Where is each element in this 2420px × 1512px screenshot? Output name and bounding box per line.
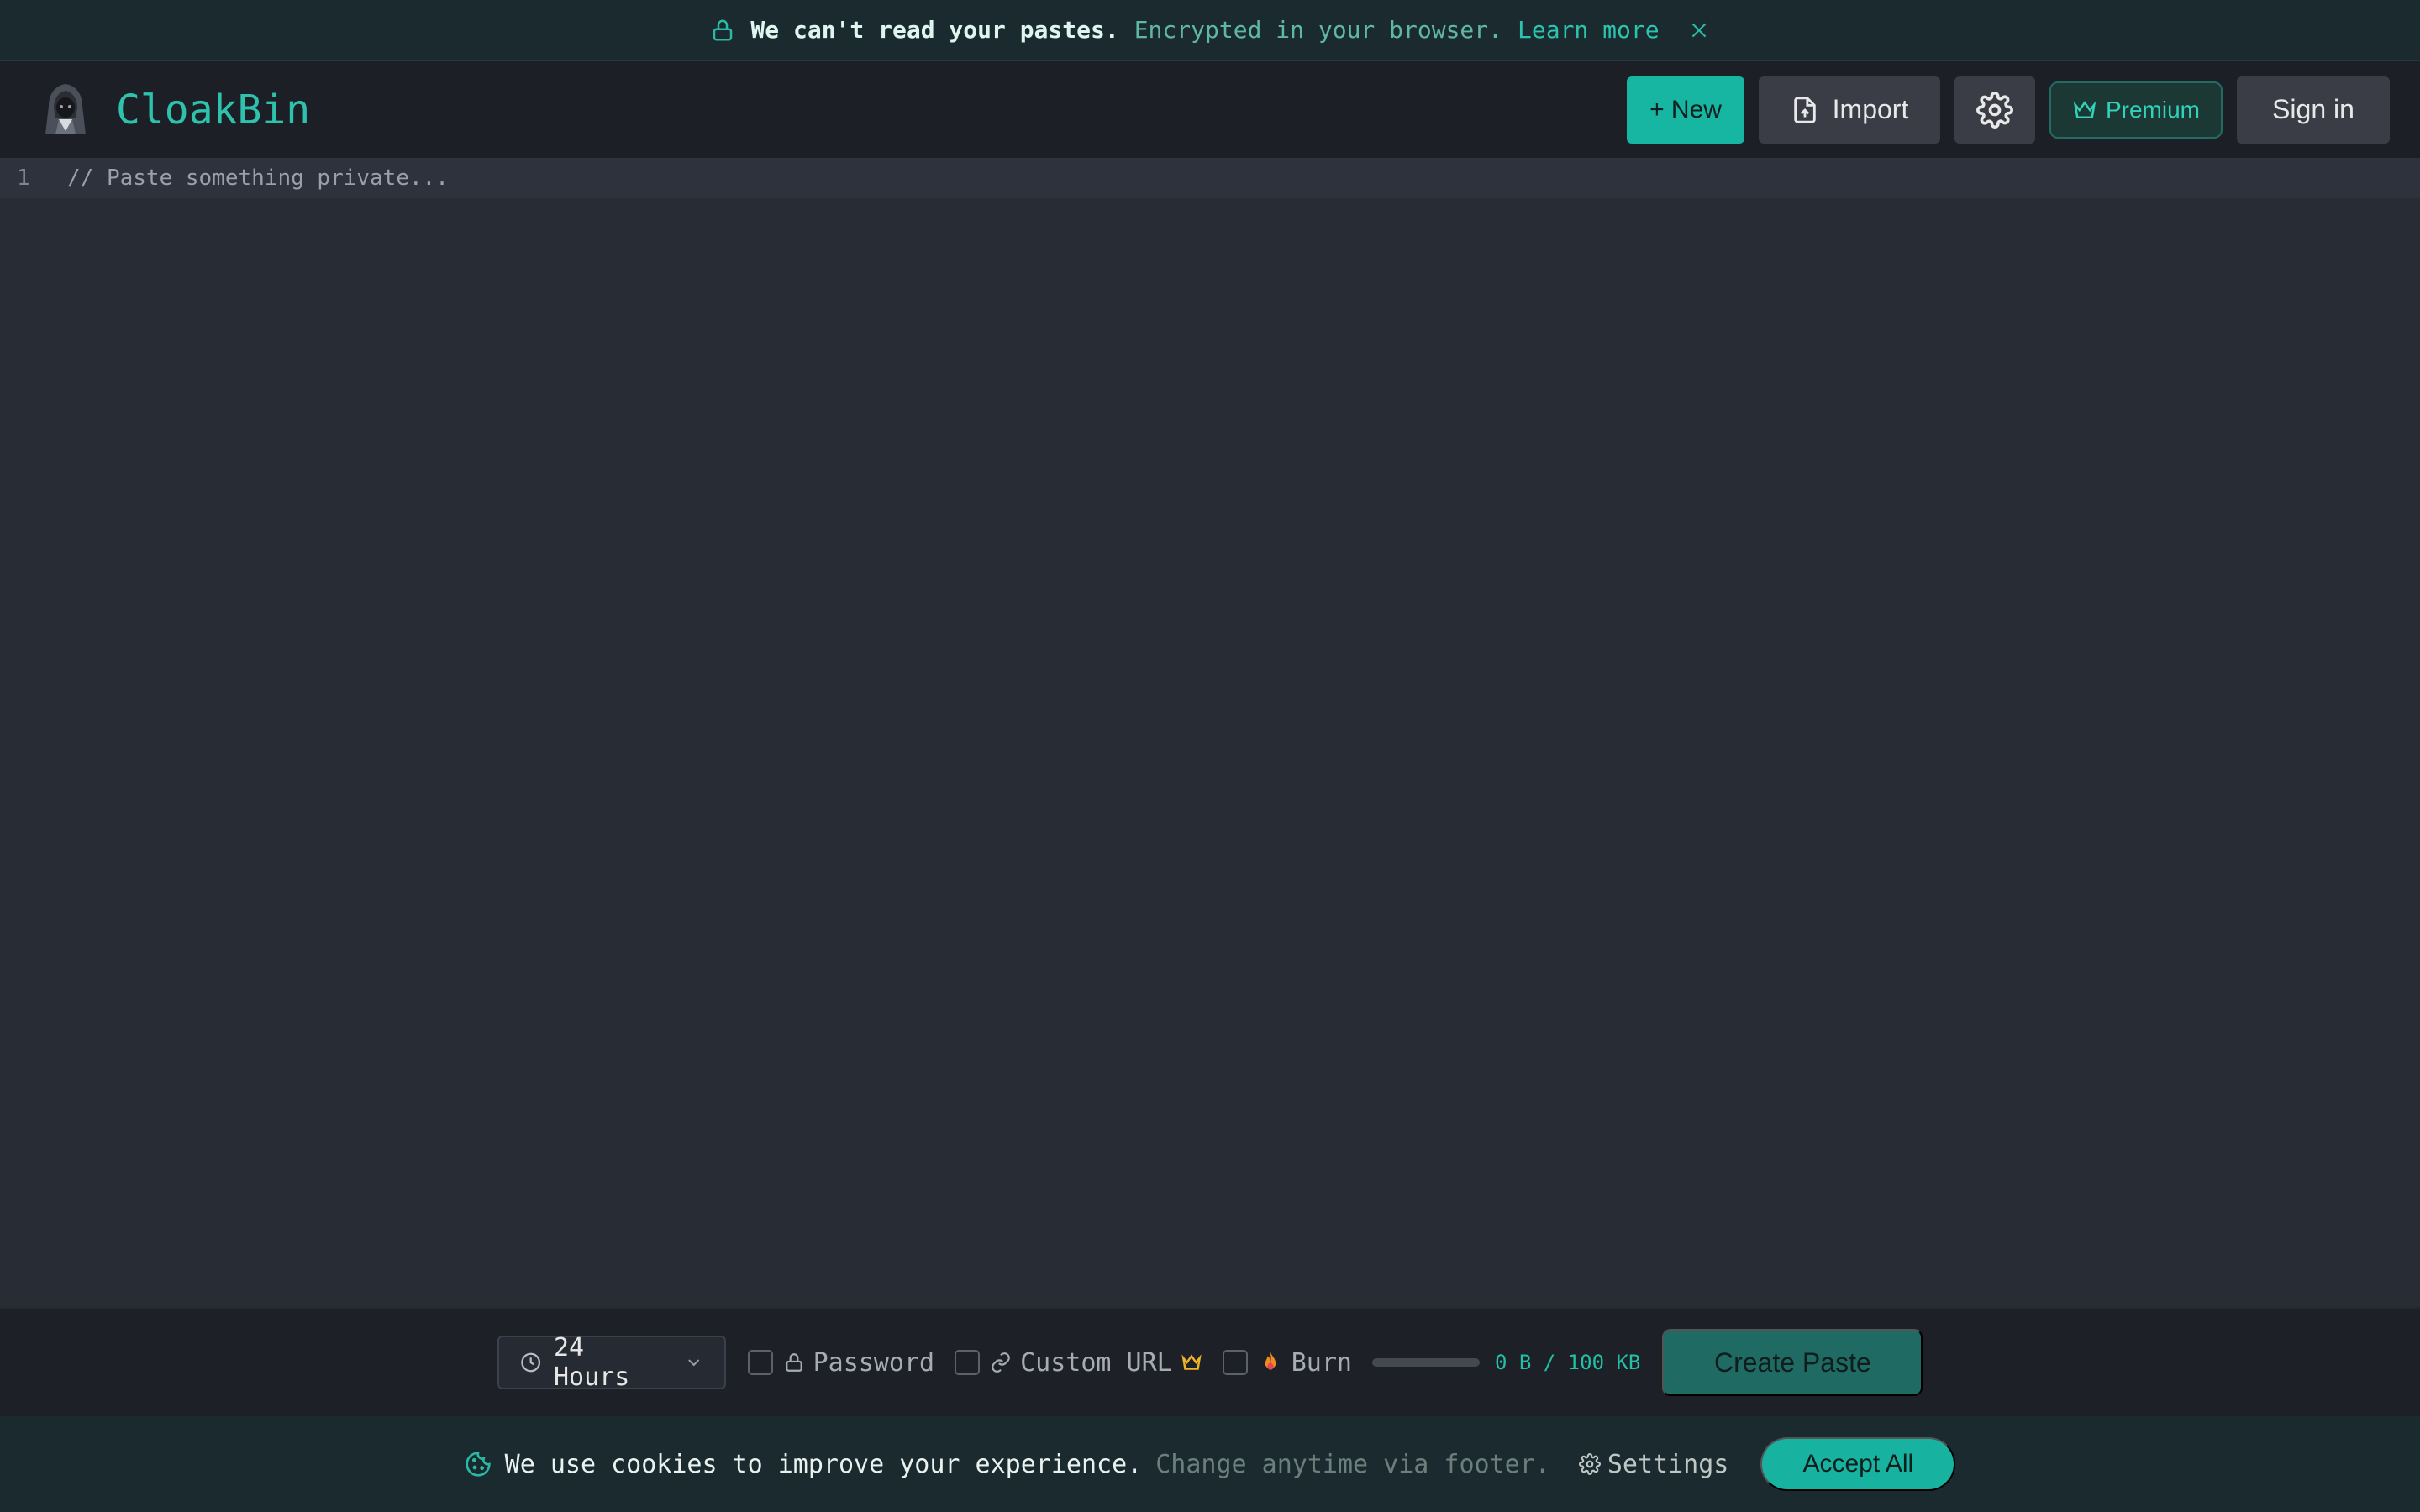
cookie-settings-link[interactable]: Settings [1578,1449,1729,1479]
lock-icon [785,1353,802,1372]
burn-option[interactable]: Burn [1258,1348,1352,1378]
clock-icon [520,1352,540,1373]
privacy-banner: We can't read your pastes. Encrypted in … [0,0,2420,61]
line-number: 1 [17,165,30,191]
banner-muted-text: Encrypted in your browser. [1134,16,1502,44]
brand[interactable]: CloakBin [39,81,310,139]
accept-cookies-button[interactable]: Accept All [1760,1437,1956,1491]
fire-icon [1265,1352,1276,1370]
app-header: CloakBin + New Import Premium Sign in [0,61,2420,158]
paste-editor[interactable]: 1 // Paste something private... [0,158,2420,1307]
sign-in-button[interactable]: Sign in [2237,76,2390,144]
password-label: Password [813,1347,935,1378]
import-button[interactable]: Import [1759,76,1940,144]
burn-checkbox[interactable] [1222,1350,1248,1375]
import-label: Import [1832,94,1909,124]
password-option[interactable]: Password [783,1347,935,1378]
size-indicator: 0 B / 100 KB [1494,1351,1641,1374]
cookie-muted-text: Change anytime via footer. [1155,1449,1550,1479]
premium-button[interactable]: Premium [2049,81,2223,139]
settings-button[interactable] [1954,76,2035,144]
lock-icon [713,19,733,40]
paste-options-toolbar: 24 Hours Password Custom URL Burn 0 B / … [0,1307,2420,1416]
cookie-consent-bar: We use cookies to improve your experienc… [0,1416,2420,1512]
file-upload-icon [1793,96,1816,123]
custom-url-checkbox[interactable] [955,1350,981,1375]
premium-label: Premium [2105,96,2200,123]
create-paste-button[interactable]: Create Paste [1662,1329,1923,1396]
size-progress-bar [1371,1358,1480,1367]
brand-name: CloakBin [116,86,311,134]
link-icon [992,1352,1010,1373]
learn-more-link[interactable]: Learn more [1518,16,1660,44]
burn-label: Burn [1291,1347,1352,1378]
expiry-select[interactable]: 24 Hours [497,1333,726,1392]
new-paste-button[interactable]: + New [1627,76,1744,144]
cookie-settings-label: Settings [1607,1449,1729,1479]
cookie-icon [465,1452,491,1477]
custom-url-option[interactable]: Custom URL [990,1348,1202,1378]
editor-line[interactable]: 1 // Paste something private... [0,158,2420,198]
custom-url-label: Custom URL [1020,1347,1172,1378]
cookie-main-text: We use cookies to improve your experienc… [504,1449,1143,1479]
editor-placeholder: // Paste something private... [67,165,449,191]
gear-icon [1578,1453,1601,1475]
crown-icon [1181,1354,1202,1370]
close-icon[interactable] [1688,19,1710,41]
gear-icon [1976,91,2013,129]
password-checkbox[interactable] [747,1350,773,1375]
hooded-figure-logo-icon [45,83,86,134]
crown-icon [2073,100,2096,118]
chevron-down-icon [688,1359,700,1367]
banner-strong-text: We can't read your pastes. [750,16,1119,44]
expiry-value: 24 Hours [553,1333,630,1392]
